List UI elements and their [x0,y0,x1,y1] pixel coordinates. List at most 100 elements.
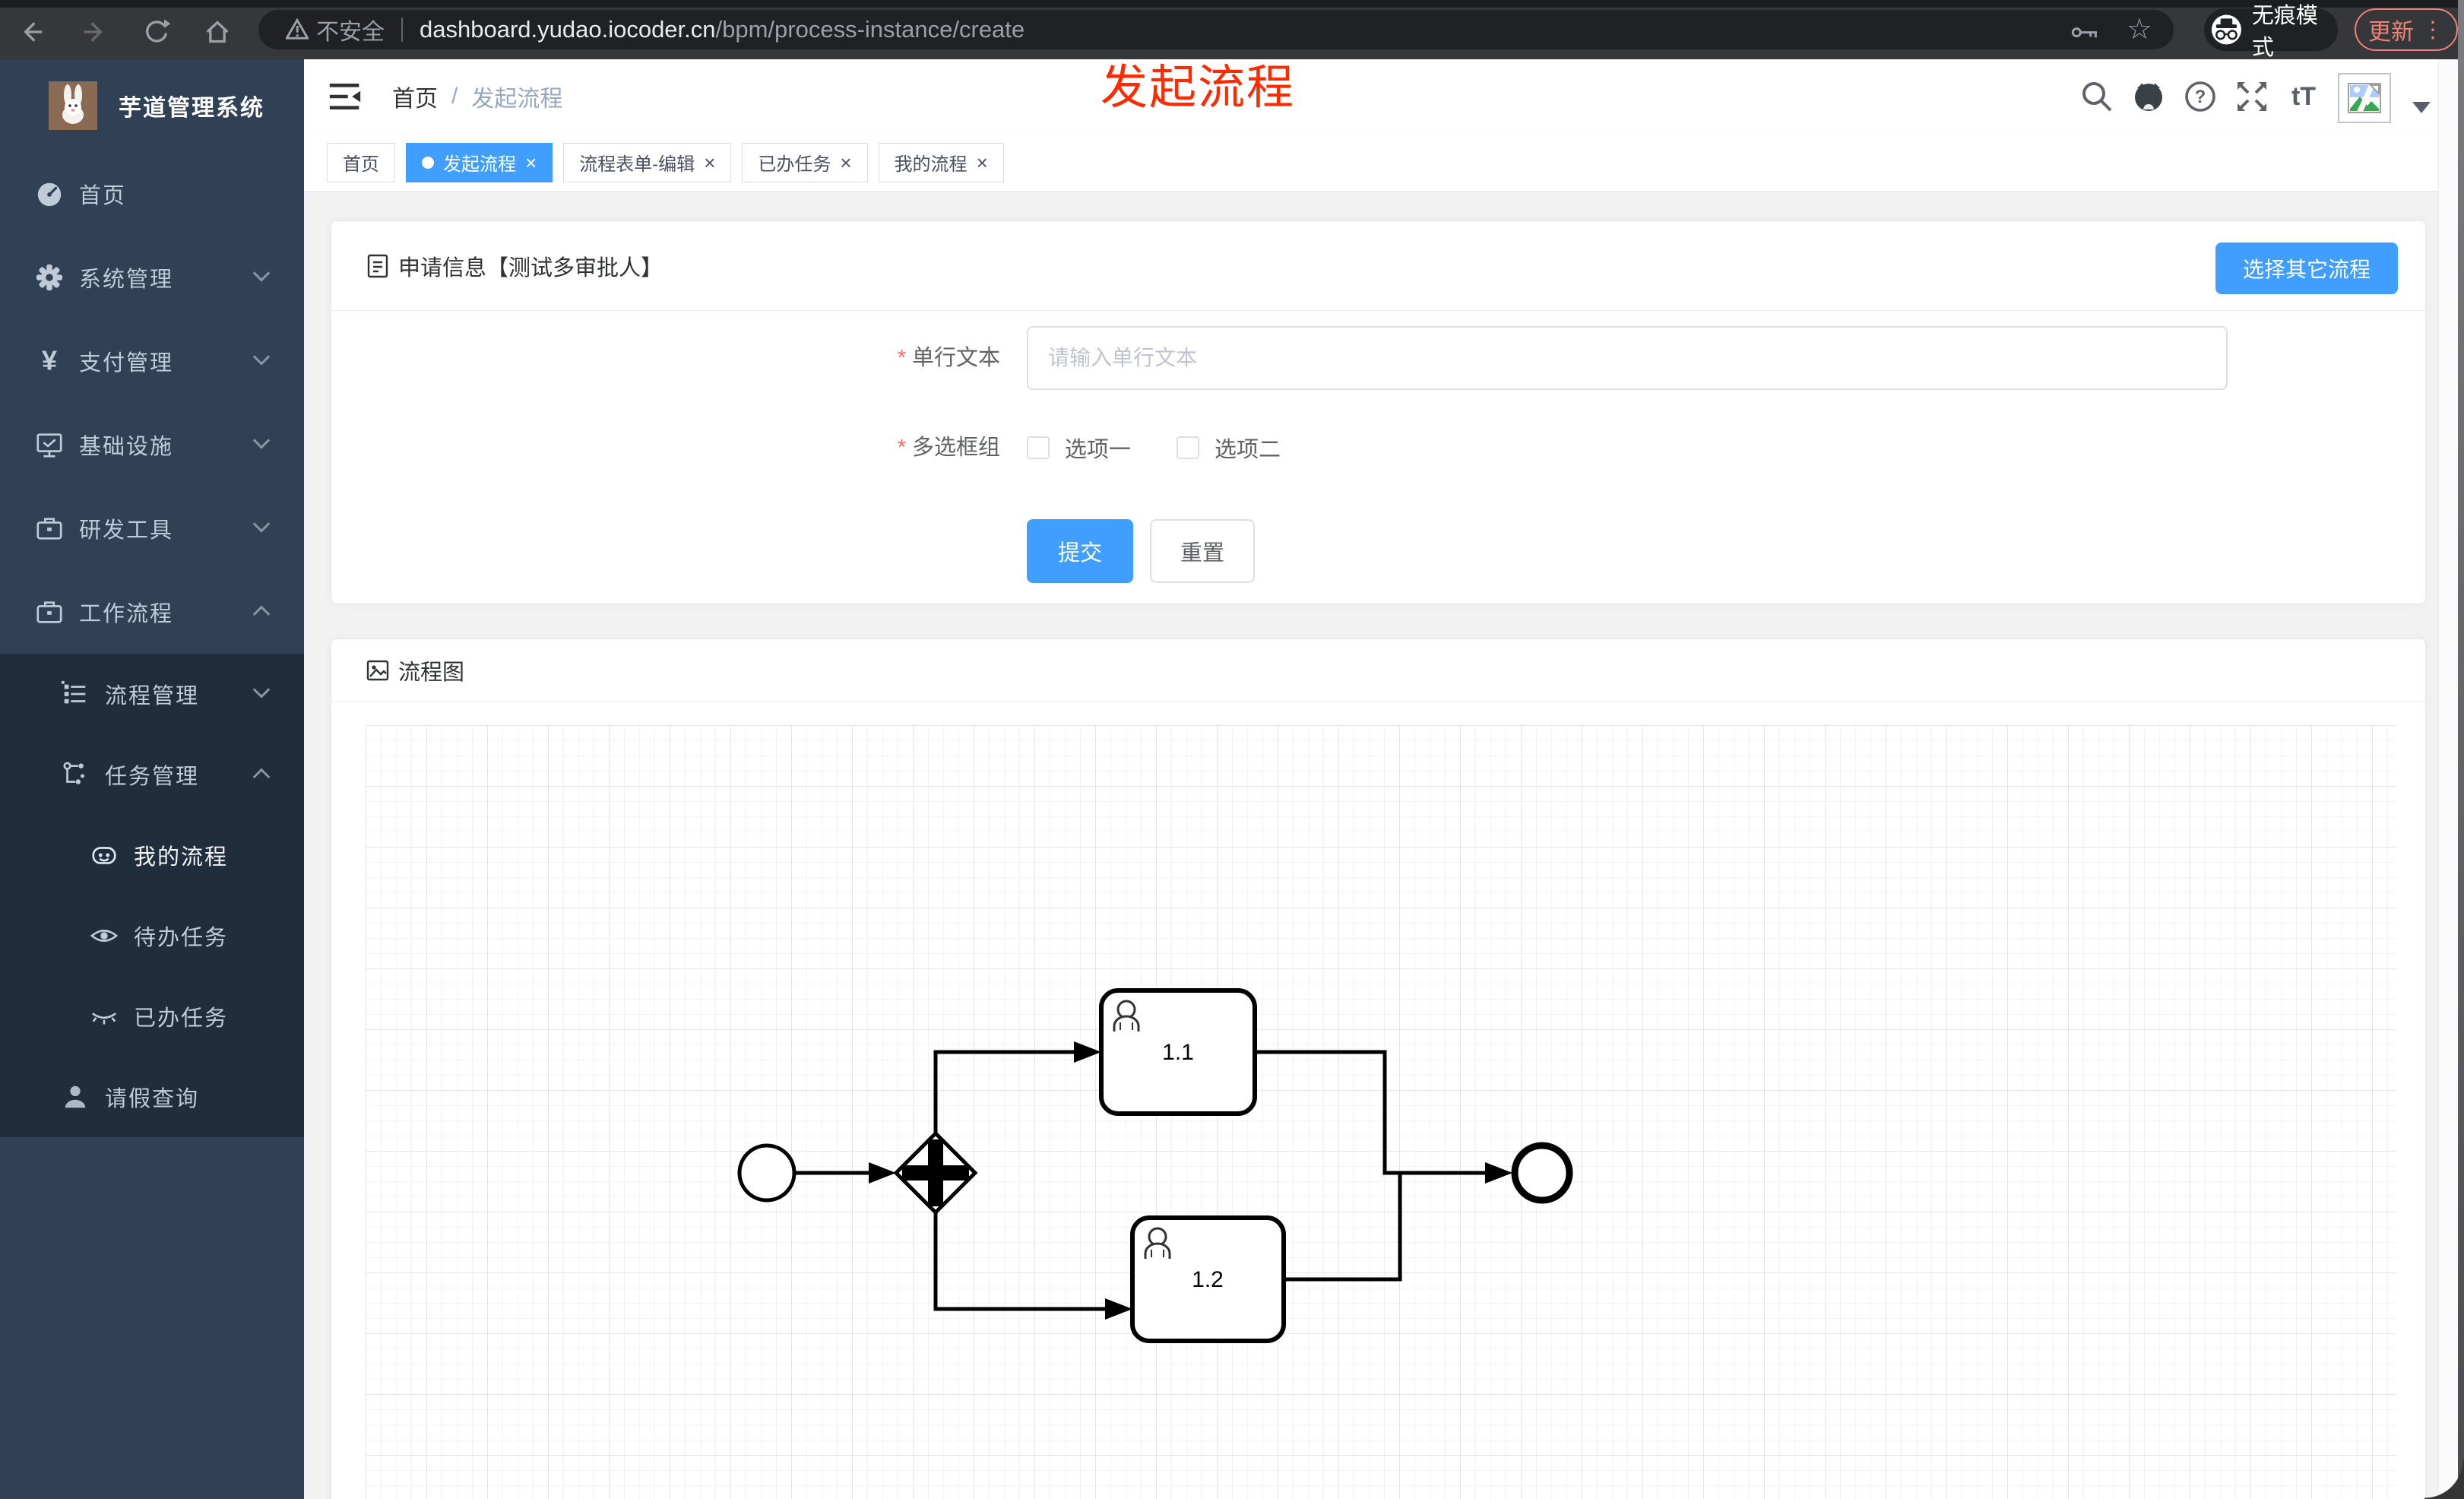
breadcrumb: 首页 / 发起流程 [392,59,562,134]
avatar[interactable] [2338,73,2391,123]
card-title: 流程图 [398,660,465,685]
tag-label: 我的流程 [894,154,968,175]
yen-icon: ¥ [42,347,57,376]
sidebar-item-home[interactable]: 首页 [0,152,304,236]
sidebar: 芋道管理系统 首页 系统管理 ¥ 支付管理 基础设施 研发工具 工作流程 流程管… [0,59,304,1499]
close-icon[interactable]: × [704,153,715,173]
security-chip[interactable]: 不安全 [286,13,385,46]
sidebar-item-workflow[interactable]: 工作流程 [0,570,304,654]
bpmn-flow [933,1050,1074,1133]
chevron-up-icon [252,768,271,786]
bpmn-flow [1284,1173,1402,1282]
sidebar-item-infrastructure[interactable]: 基础设施 [0,403,304,486]
process-diagram-card: 流程图 1.1 1.2 [331,639,2426,1499]
eye-closed-icon [92,1013,116,1025]
checkbox-option-2[interactable]: 选项二 [1177,432,1281,464]
image-icon [366,660,389,680]
font-size-icon[interactable]: tT [2286,79,2321,114]
sidebar-item-todo-tasks[interactable]: 待办任务 [0,895,304,976]
bpmn-end-event[interactable] [1511,1142,1573,1204]
warning-icon [286,18,309,40]
app-logo [49,81,97,130]
github-icon[interactable] [2131,79,2166,114]
back-icon[interactable] [17,17,47,47]
checkbox-option-1[interactable]: 选项一 [1027,432,1131,464]
bpmn-task-2-label: 1.2 [1192,1267,1224,1292]
sidebar-item-process-mgmt[interactable]: 流程管理 [0,654,304,734]
flow-tree-icon [63,762,84,784]
sidebar-item-label: 系统管理 [79,268,174,292]
sidebar-item-label: 待办任务 [134,926,229,950]
sidebar-item-task-mgmt[interactable]: 任务管理 [0,734,304,815]
gateway-plus-icon [928,1139,943,1206]
window-corner [2424,1459,2464,1499]
app-logo-row[interactable]: 芋道管理系统 [0,59,304,152]
bookmark-star-icon[interactable]: ☆ [2127,11,2152,48]
security-label: 不安全 [316,20,385,45]
checkbox-box[interactable] [1027,436,1050,459]
sidebar-item-label: 基础设施 [79,435,174,459]
choose-other-process-button[interactable]: 选择其它流程 [2215,242,2398,294]
bpmn-start-event[interactable] [737,1143,797,1203]
submit-button[interactable]: 提交 [1027,519,1133,583]
sidebar-item-label: 支付管理 [79,351,174,376]
checkbox-box[interactable] [1177,436,1200,459]
browser-update-button[interactable]: 更新 ⋮ [2355,8,2458,51]
window-edge [2458,0,2464,1499]
checkbox-label: 选项一 [1065,438,1132,462]
sidebar-item-label: 我的流程 [134,845,229,870]
avatar-dropdown-caret[interactable] [2412,102,2431,113]
broken-image-icon [2348,83,2381,113]
chevron-up-icon [252,605,271,623]
active-dot [422,156,434,169]
sidebar-item-payment[interactable]: ¥ 支付管理 [0,319,304,403]
robot-face-icon [92,847,116,864]
sidebar-item-label: 请假查询 [105,1087,200,1111]
list-tree-icon [61,680,86,704]
sidebar-item-label: 任务管理 [105,765,200,789]
browser-tabstrip [0,0,2464,8]
monitor-icon [36,433,62,458]
chevron-down-icon [252,348,271,366]
bpmn-arrowhead [1105,1298,1132,1320]
bpmn-canvas[interactable]: 1.1 1.2 [366,725,2396,1499]
sidebar-collapse-icon[interactable] [328,80,362,113]
help-icon[interactable]: ? [2183,79,2218,114]
address-bar[interactable]: 不安全 dashboard.yudao.iocoder.cn/bpm/proce… [258,10,2174,49]
forward-icon[interactable] [79,17,109,47]
sidebar-item-my-process[interactable]: 我的流程 [0,815,304,895]
url-path: /bpm/process-instance/create [715,16,1025,43]
fullscreen-icon[interactable] [2234,79,2269,114]
close-icon[interactable]: × [525,153,537,173]
reset-button[interactable]: 重置 [1150,519,1255,583]
briefcase-icon [36,518,62,540]
sidebar-item-done-tasks[interactable]: 已办任务 [0,976,304,1057]
breadcrumb-home[interactable]: 首页 [392,80,438,113]
tag-my-process[interactable]: 我的流程 × [878,142,1004,182]
tag-form-edit[interactable]: 流程表单-编辑 × [563,142,732,182]
reload-icon[interactable] [141,17,172,47]
tag-done-tasks[interactable]: 已办任务 × [742,142,868,182]
single-text-input[interactable] [1027,326,2228,390]
required-asterisk: * [897,436,906,460]
home-icon[interactable] [202,17,233,47]
scrollbar-track[interactable] [2438,59,2458,1499]
svg-text:?: ? [2195,87,2206,107]
briefcase-icon [36,601,62,623]
search-icon[interactable] [2079,79,2114,114]
bpmn-task-1-label: 1.1 [1162,1040,1194,1065]
sidebar-item-label: 首页 [79,184,127,208]
svg-text:¥: ¥ [42,347,57,376]
sidebar-item-devtools[interactable]: 研发工具 [0,486,304,570]
incognito-icon [2211,14,2241,45]
close-icon[interactable]: × [840,153,851,173]
url-divider [401,17,403,42]
tag-home[interactable]: 首页 [327,142,395,182]
close-icon[interactable]: × [977,153,988,173]
sidebar-item-leave-query[interactable]: 请假查询 [0,1057,304,1137]
key-icon[interactable] [2070,16,2101,46]
tag-start-process[interactable]: 发起流程 × [406,142,553,182]
app-title: 芋道管理系统 [119,96,264,121]
sidebar-item-system[interactable]: 系统管理 [0,236,304,319]
tag-label: 发起流程 [443,154,516,175]
